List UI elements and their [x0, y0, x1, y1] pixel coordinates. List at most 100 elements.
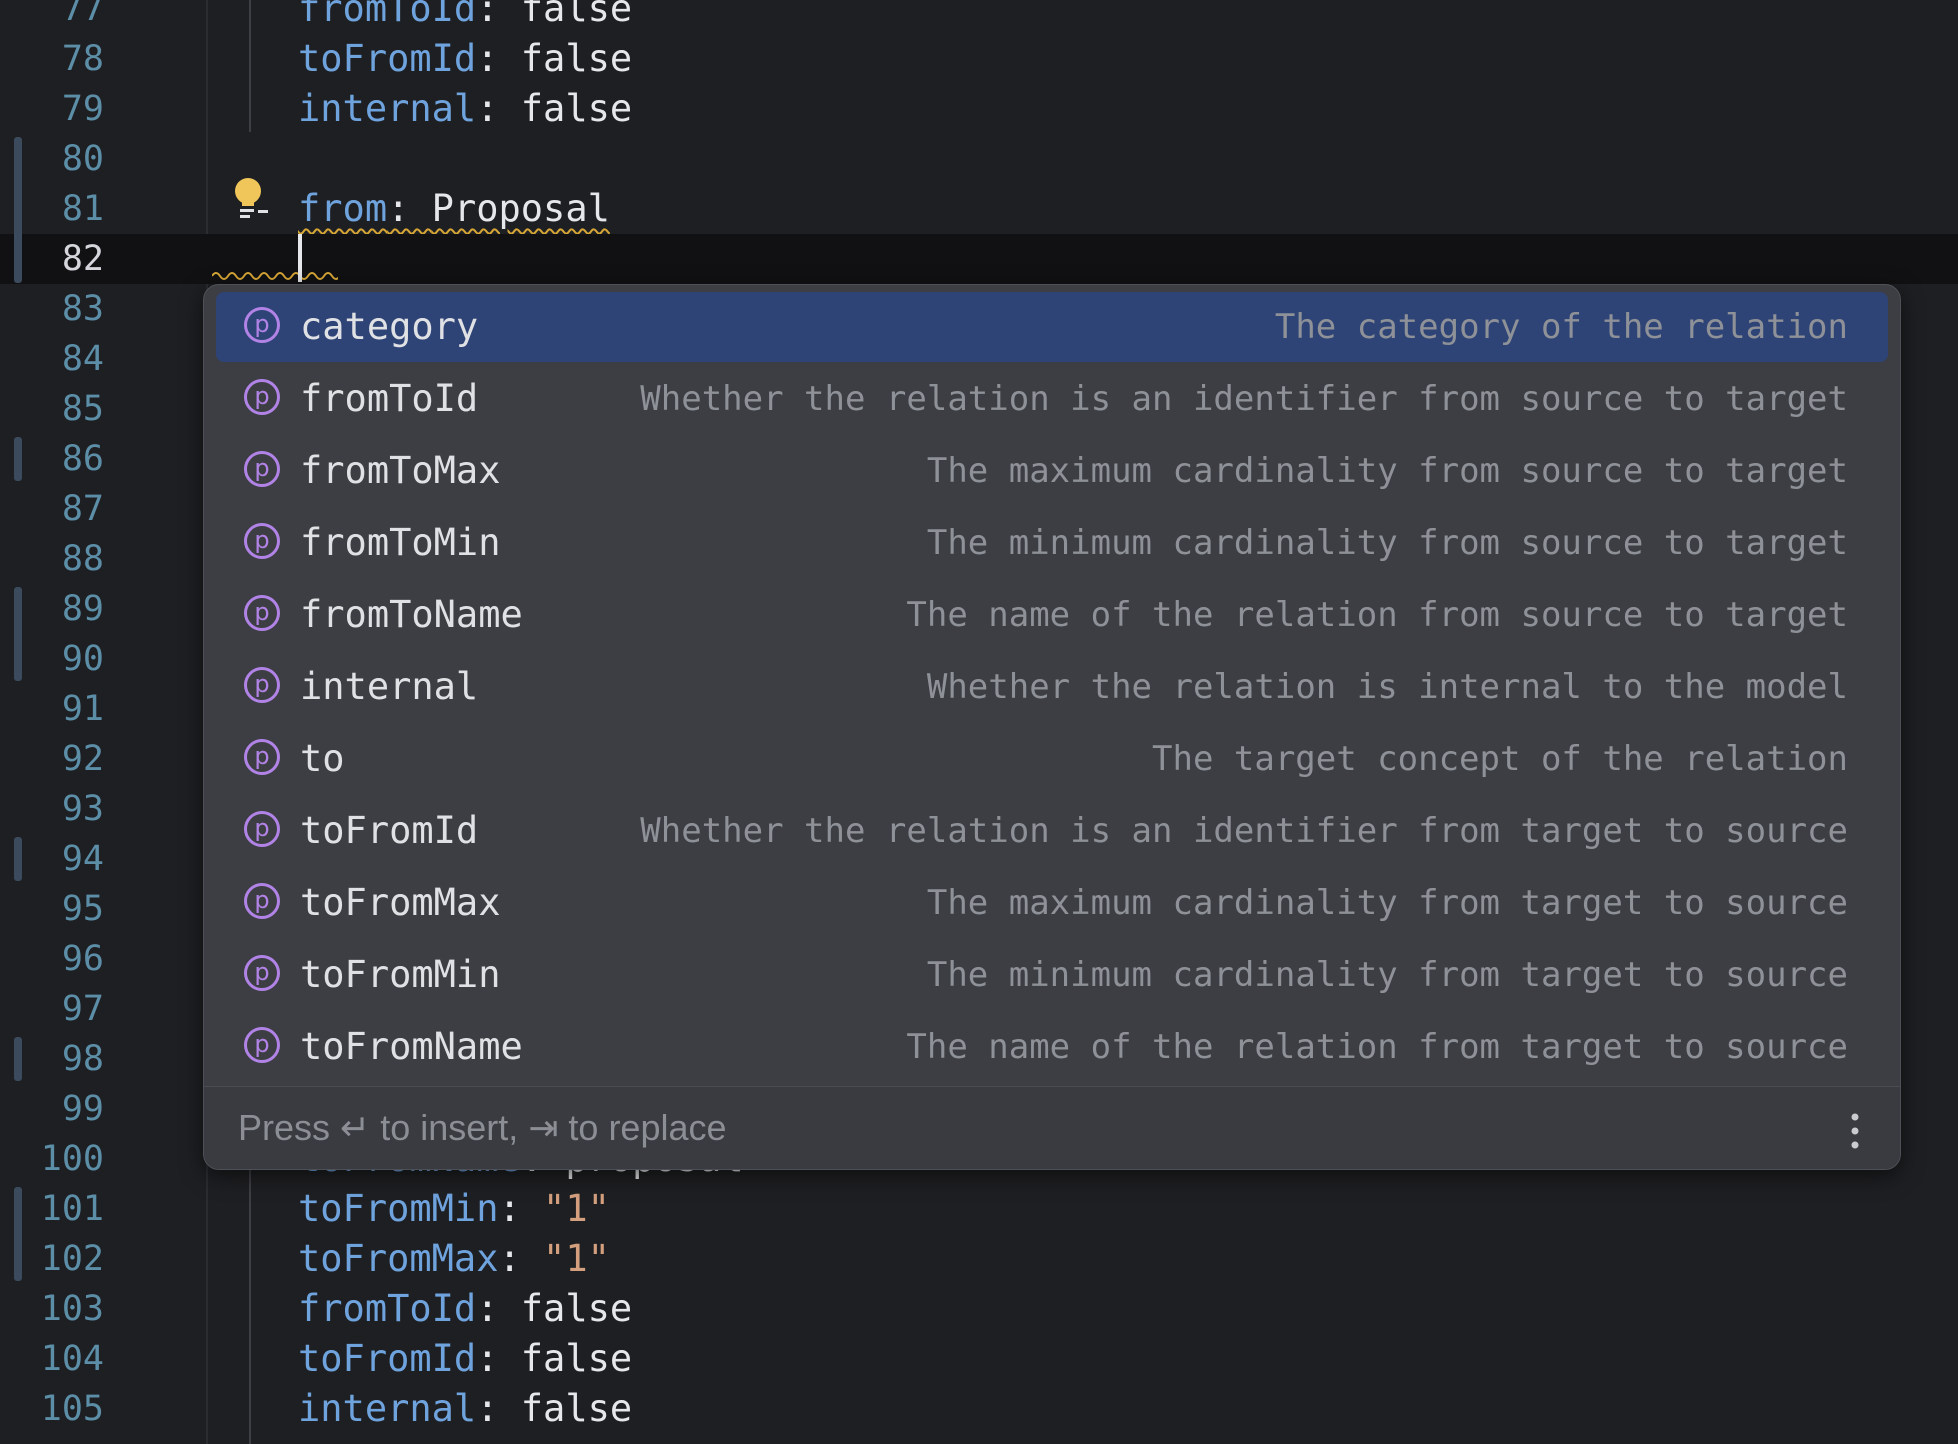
completion-item[interactable]: p fromToMax The maximum cardinality from s… [216, 436, 1888, 506]
property-icon: p [244, 379, 280, 415]
code-line[interactable]: 79 internal: false [0, 84, 1958, 134]
completion-popup[interactable]: p category The category of the relation p fr… [203, 284, 1901, 1170]
completion-item-name: to [300, 737, 345, 780]
line-number[interactable]: 88 [0, 534, 104, 584]
line-number[interactable]: 87 [0, 484, 104, 534]
code-line[interactable]: 102 toFromMax: "1" [0, 1234, 1958, 1284]
code-token: toFromId [298, 1337, 477, 1380]
completion-item[interactable]: p internal Whether the relation is interna… [216, 652, 1888, 722]
completion-item-name: fromToMin [300, 521, 501, 564]
code-line[interactable]: 81 from: Proposal [0, 184, 1958, 234]
code-text[interactable]: from: Proposal [298, 184, 610, 234]
line-number[interactable]: 91 [0, 684, 104, 734]
completion-item-description: The maximum cardinality from target to s… [926, 883, 1848, 923]
code-line[interactable]: 104 toFromId: false [0, 1334, 1958, 1384]
completion-item-description: Whether the relation is an identifier fr… [640, 379, 1848, 419]
code-text[interactable]: toFromMax: "1" [298, 1234, 610, 1284]
completion-item-description: The name of the relation from target to … [906, 1027, 1848, 1067]
completion-item-description: The target concept of the relation [1152, 739, 1848, 779]
completion-item[interactable]: p toFromMin The minimum cardinality from t… [216, 940, 1888, 1010]
property-icon-letter: p [254, 525, 270, 554]
completion-item-description: The minimum cardinality from source to t… [926, 523, 1848, 563]
property-icon: p [244, 667, 280, 703]
text-caret [298, 234, 302, 282]
code-line[interactable]: 80 [0, 134, 1958, 184]
line-number[interactable]: 105 [0, 1384, 104, 1434]
completion-item[interactable]: p fromToMin The minimum cardinality from s… [216, 508, 1888, 578]
lightbulb-icon[interactable] [232, 176, 272, 222]
completion-item-name: toFromMin [300, 953, 501, 996]
line-number[interactable]: 95 [0, 884, 104, 934]
code-token: toFromMin [298, 1187, 499, 1230]
vcs-change-marker[interactable] [14, 1187, 22, 1281]
completion-item[interactable]: p toFromMax The maximum cardinality from t… [216, 868, 1888, 938]
code-token: false [520, 1337, 633, 1380]
vcs-change-marker[interactable] [14, 587, 22, 681]
code-token: toFromMax [298, 1237, 499, 1280]
completion-item[interactable]: p toFromId Whether the relation is an iden… [216, 796, 1888, 866]
line-number[interactable]: 92 [0, 734, 104, 784]
completion-item[interactable]: p to The target concept of the relation [216, 724, 1888, 794]
line-number[interactable]: 97 [0, 984, 104, 1034]
code-token: internal [298, 1387, 477, 1430]
code-token: : [476, 0, 521, 30]
vcs-change-marker[interactable] [14, 837, 22, 881]
code-token: internal [298, 87, 477, 130]
line-number[interactable]: 79 [0, 84, 104, 134]
property-icon-letter: p [254, 1029, 270, 1058]
code-token: false [520, 87, 633, 130]
completion-item[interactable]: p category The category of the relation [216, 292, 1888, 362]
vertical-ellipsis-icon[interactable] [1850, 1111, 1860, 1151]
line-number[interactable]: 93 [0, 784, 104, 834]
completion-item[interactable]: p fromToId Whether the relation is an iden… [216, 364, 1888, 434]
completion-item[interactable]: p toFromName The name of the relation from… [216, 1012, 1888, 1082]
code-text[interactable]: toFromId: false [298, 1334, 632, 1384]
code-line[interactable]: 77 fromToId: false [0, 0, 1958, 34]
code-text[interactable]: fromToId: false [298, 1284, 632, 1334]
code-text[interactable]: toFromMin: "1" [298, 1184, 610, 1234]
line-number[interactable]: 103 [0, 1284, 104, 1334]
completion-item-name: fromToMax [300, 449, 501, 492]
code-token: : [476, 1387, 521, 1430]
line-number[interactable]: 84 [0, 334, 104, 384]
property-icon-letter: p [254, 453, 270, 482]
code-text[interactable]: fromToId: false [298, 0, 632, 34]
code-text[interactable]: internal: false [298, 84, 632, 134]
line-number[interactable]: 83 [0, 284, 104, 334]
code-line[interactable]: 101 toFromMin: "1" [0, 1184, 1958, 1234]
property-icon-letter: p [254, 381, 270, 410]
line-number[interactable]: 100 [0, 1134, 104, 1184]
vcs-change-marker[interactable] [14, 437, 22, 481]
line-number[interactable]: 78 [0, 34, 104, 84]
property-icon: p [244, 739, 280, 775]
property-icon-letter: p [254, 309, 270, 338]
code-token: : [498, 1237, 544, 1280]
vcs-change-marker[interactable] [14, 137, 22, 283]
property-icon-letter: p [254, 597, 270, 626]
indent-guide [249, 0, 251, 132]
vcs-change-marker[interactable] [14, 1037, 22, 1081]
line-number[interactable]: 77 [0, 0, 104, 34]
code-line[interactable]: 78 toFromId: false [0, 34, 1958, 84]
code-line[interactable]: 103 fromToId: false [0, 1284, 1958, 1334]
code-token: toFromId [298, 37, 477, 80]
property-icon: p [244, 811, 280, 847]
code-token: : [476, 87, 521, 130]
property-icon: p [244, 955, 280, 991]
code-line[interactable]: 105 internal: false [0, 1384, 1958, 1434]
property-icon: p [244, 595, 280, 631]
code-token: false [520, 37, 633, 80]
line-number[interactable]: 104 [0, 1334, 104, 1384]
line-number[interactable]: 85 [0, 384, 104, 434]
code-token: : [476, 37, 521, 80]
code-token: fromToId [298, 0, 477, 30]
code-text[interactable]: toFromId: false [298, 34, 632, 84]
warning-squiggle [212, 272, 338, 280]
code-token: : [498, 1187, 544, 1230]
completion-footer: Press ↵ to insert, ⇥ to replace [204, 1086, 1900, 1169]
completion-item[interactable]: p fromToName The name of the relation from… [216, 580, 1888, 650]
code-text[interactable]: internal: false [298, 1384, 632, 1434]
completion-item-name: category [300, 305, 479, 348]
line-number[interactable]: 99 [0, 1084, 104, 1134]
line-number[interactable]: 96 [0, 934, 104, 984]
